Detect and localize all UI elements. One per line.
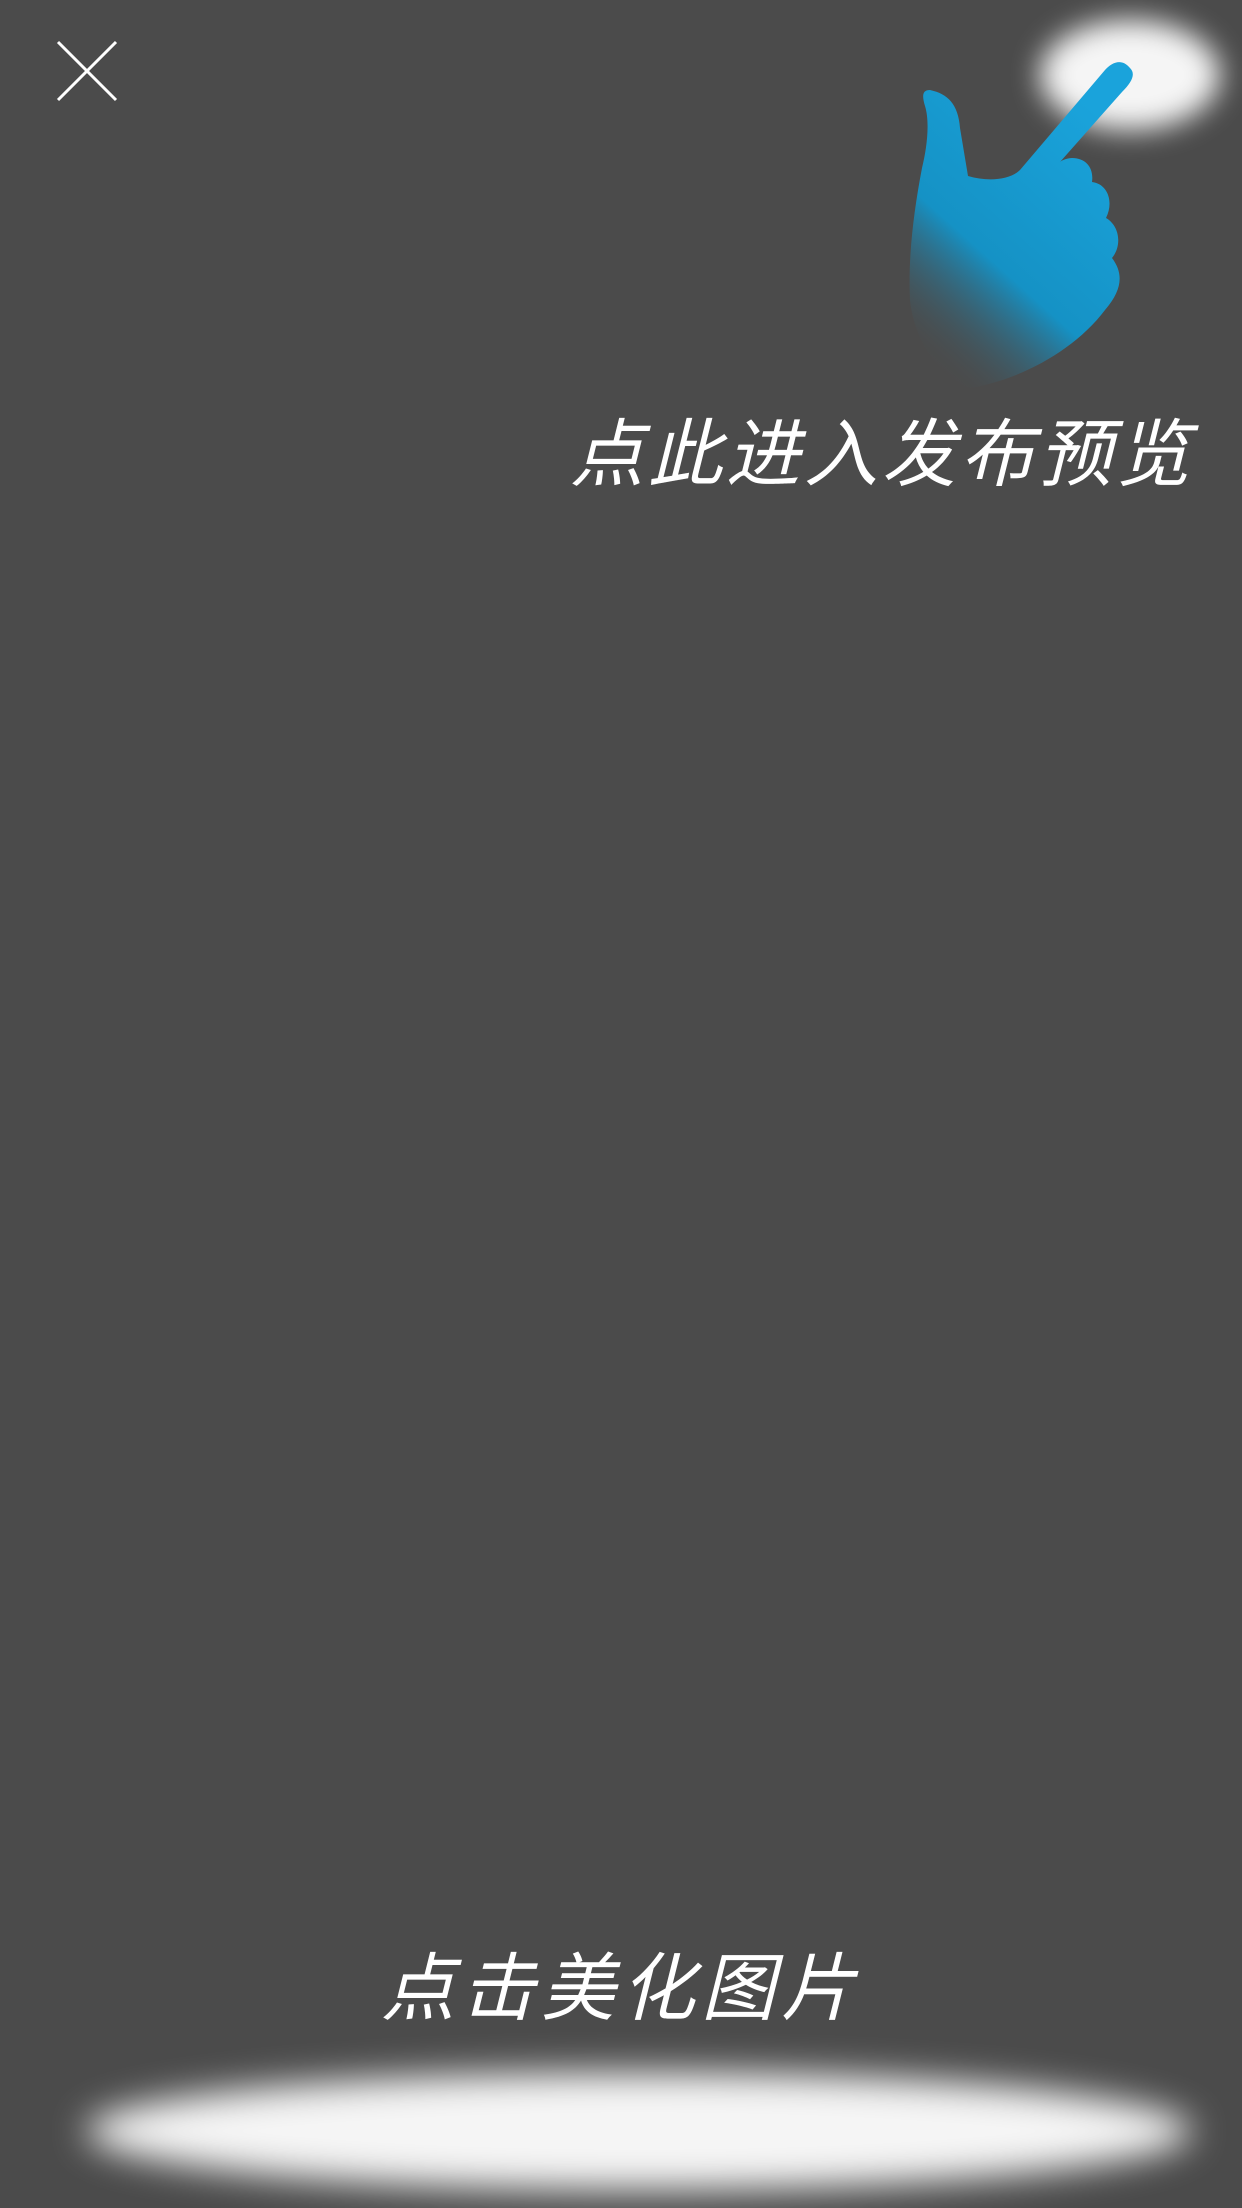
pointing-hand-icon (900, 50, 1150, 390)
beautify-spotlight[interactable] (86, 2072, 1192, 2190)
beautify-hint-text: 点击美化图片 (381, 1946, 861, 2032)
close-button[interactable] (52, 36, 122, 106)
close-icon (56, 40, 118, 102)
preview-hint-text: 点此进入发布预览 (570, 412, 1194, 498)
